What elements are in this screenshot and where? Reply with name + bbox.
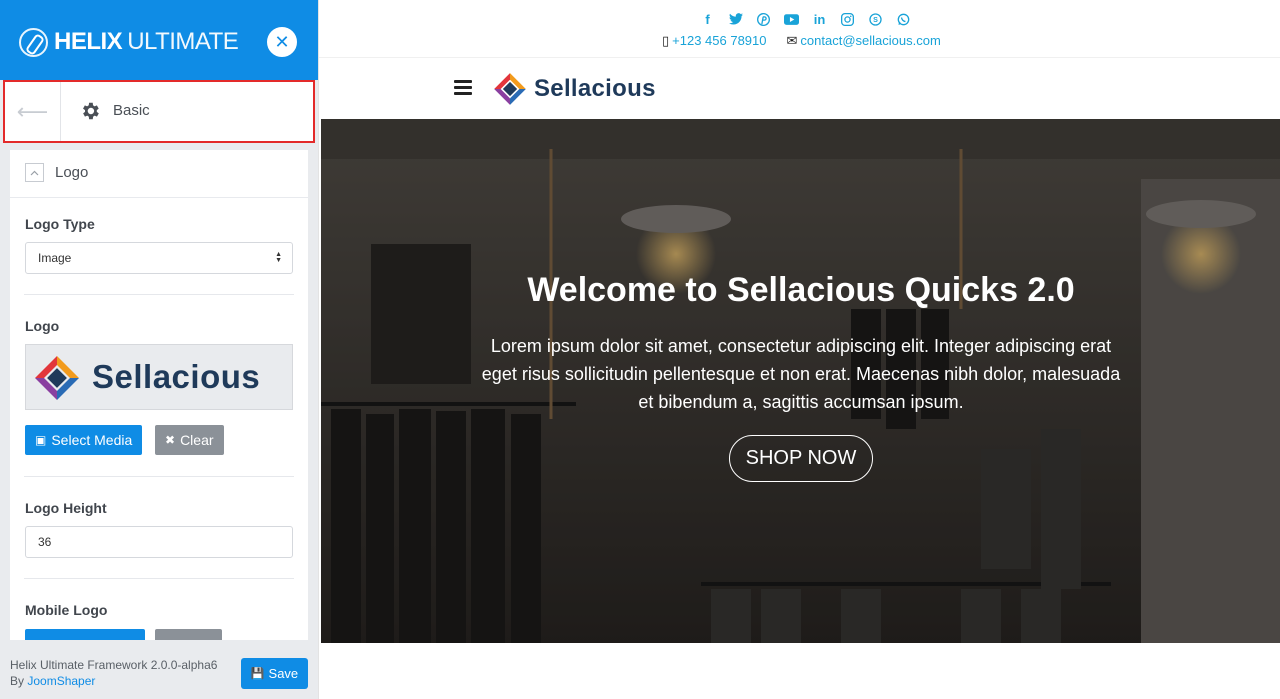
instagram-icon[interactable] bbox=[839, 11, 856, 27]
logo-height-value: 36 bbox=[38, 535, 52, 549]
phone-contact[interactable]: ▯ +123 456 78910 bbox=[662, 33, 767, 49]
framework-version: Helix Ultimate Framework 2.0.0-alpha6 bbox=[10, 658, 218, 672]
logo-height-label: Logo Height bbox=[25, 500, 107, 516]
helix-options-panel: HELIX ULTIMATE ✕ ⟵ Basic Logo Logo Type I… bbox=[0, 0, 318, 699]
shop-now-button[interactable]: SHOP NOW bbox=[729, 435, 873, 482]
group-header[interactable]: Logo bbox=[10, 150, 308, 198]
hamburger-menu-icon[interactable] bbox=[454, 80, 472, 95]
youtube-icon[interactable] bbox=[783, 11, 800, 27]
social-icons: f in S bbox=[699, 11, 912, 27]
image-icon: ▣ bbox=[35, 433, 47, 447]
email-address: contact@sellacious.com bbox=[800, 33, 941, 48]
panel-header: HELIX ULTIMATE ✕ bbox=[0, 0, 318, 80]
group-title: Logo bbox=[55, 164, 89, 181]
by-label: By bbox=[10, 674, 25, 688]
panel-brand: HELIX ULTIMATE bbox=[54, 28, 239, 56]
phone-number: +123 456 78910 bbox=[672, 33, 767, 48]
site-preview: f in S ▯ +123 456 78910 ✉ contact@sellacio… bbox=[318, 0, 1280, 699]
divider bbox=[24, 476, 294, 477]
logo-height-input[interactable]: 36 bbox=[25, 526, 293, 558]
clear-logo-button[interactable]: ✖ Clear bbox=[155, 425, 224, 455]
clear-x-icon: ✖ bbox=[165, 433, 176, 447]
brand-bold: HELIX bbox=[54, 28, 123, 55]
select-arrows-icon: ▲ ▼ bbox=[275, 251, 282, 264]
twitter-icon[interactable] bbox=[727, 11, 744, 27]
close-icon: ✕ bbox=[274, 32, 290, 52]
floppy-disk-icon: 💾 bbox=[250, 668, 265, 680]
skype-icon[interactable]: S bbox=[867, 11, 884, 27]
mobile-clear-button[interactable] bbox=[155, 629, 222, 640]
logo-type-label: Logo Type bbox=[25, 216, 95, 232]
mobile-logo-label: Mobile Logo bbox=[25, 602, 108, 618]
site-logo-text: Sellacious bbox=[534, 75, 656, 102]
whatsapp-icon[interactable] bbox=[895, 11, 912, 27]
divider bbox=[24, 294, 294, 295]
brand-light: ULTIMATE bbox=[127, 28, 239, 55]
linkedin-icon[interactable]: in bbox=[811, 11, 828, 27]
logo-options-group: Logo Logo Type Image ▲ ▼ Logo Sellacious … bbox=[10, 150, 308, 640]
select-media-label: Select Media bbox=[51, 432, 133, 448]
back-arrow-icon[interactable]: ⟵ bbox=[5, 82, 61, 141]
envelope-icon: ✉ bbox=[786, 33, 798, 48]
site-logo[interactable]: Sellacious bbox=[492, 71, 656, 107]
author-credit: By JoomShaper bbox=[10, 674, 95, 688]
clear-label: Clear bbox=[180, 432, 214, 448]
site-navbar: Sellacious bbox=[319, 59, 1280, 119]
divider bbox=[24, 578, 294, 579]
section-header: ⟵ Basic bbox=[3, 80, 315, 143]
site-topbar: f in S ▯ +123 456 78910 ✉ contact@sellacio… bbox=[319, 0, 1280, 58]
hero-banner: Welcome to Sellacious Quicks 2.0 Lorem i… bbox=[321, 119, 1280, 643]
logo-preview-image: Sellacious bbox=[25, 344, 293, 410]
mobile-select-media-button[interactable] bbox=[25, 629, 145, 640]
contact-info: ▯ +123 456 78910 ✉ contact@sellacious.com bbox=[662, 33, 941, 49]
panel-footer: Helix Ultimate Framework 2.0.0-alpha6 By… bbox=[0, 641, 318, 699]
svg-text:S: S bbox=[873, 16, 878, 24]
hero-title: Welcome to Sellacious Quicks 2.0 bbox=[527, 271, 1075, 309]
chevron-up-icon[interactable] bbox=[25, 163, 44, 182]
select-media-button[interactable]: ▣ Select Media bbox=[25, 425, 143, 455]
sellacious-mark-icon bbox=[35, 356, 79, 400]
section-title: Basic bbox=[113, 102, 150, 119]
helix-logo-icon bbox=[19, 28, 48, 57]
gear-icon bbox=[83, 102, 99, 120]
email-contact[interactable]: ✉ contact@sellacious.com bbox=[787, 33, 941, 49]
logo-preview-text: Sellacious bbox=[92, 358, 261, 395]
close-panel-button[interactable]: ✕ bbox=[267, 27, 297, 57]
logo-label: Logo bbox=[25, 318, 60, 334]
save-button[interactable]: 💾 Save bbox=[241, 658, 308, 689]
logo-type-select[interactable]: Image ▲ ▼ bbox=[25, 242, 293, 274]
joomshaper-link[interactable]: JoomShaper bbox=[27, 674, 95, 688]
hero-text: Lorem ipsum dolor sit amet, consectetur … bbox=[481, 336, 1121, 412]
sellacious-mark-icon bbox=[494, 73, 526, 105]
save-label: Save bbox=[268, 666, 299, 681]
facebook-icon[interactable]: f bbox=[699, 11, 716, 27]
mobile-phone-icon: ▯ bbox=[662, 33, 670, 48]
pinterest-icon[interactable] bbox=[755, 11, 772, 27]
logo-type-value: Image bbox=[38, 251, 72, 265]
